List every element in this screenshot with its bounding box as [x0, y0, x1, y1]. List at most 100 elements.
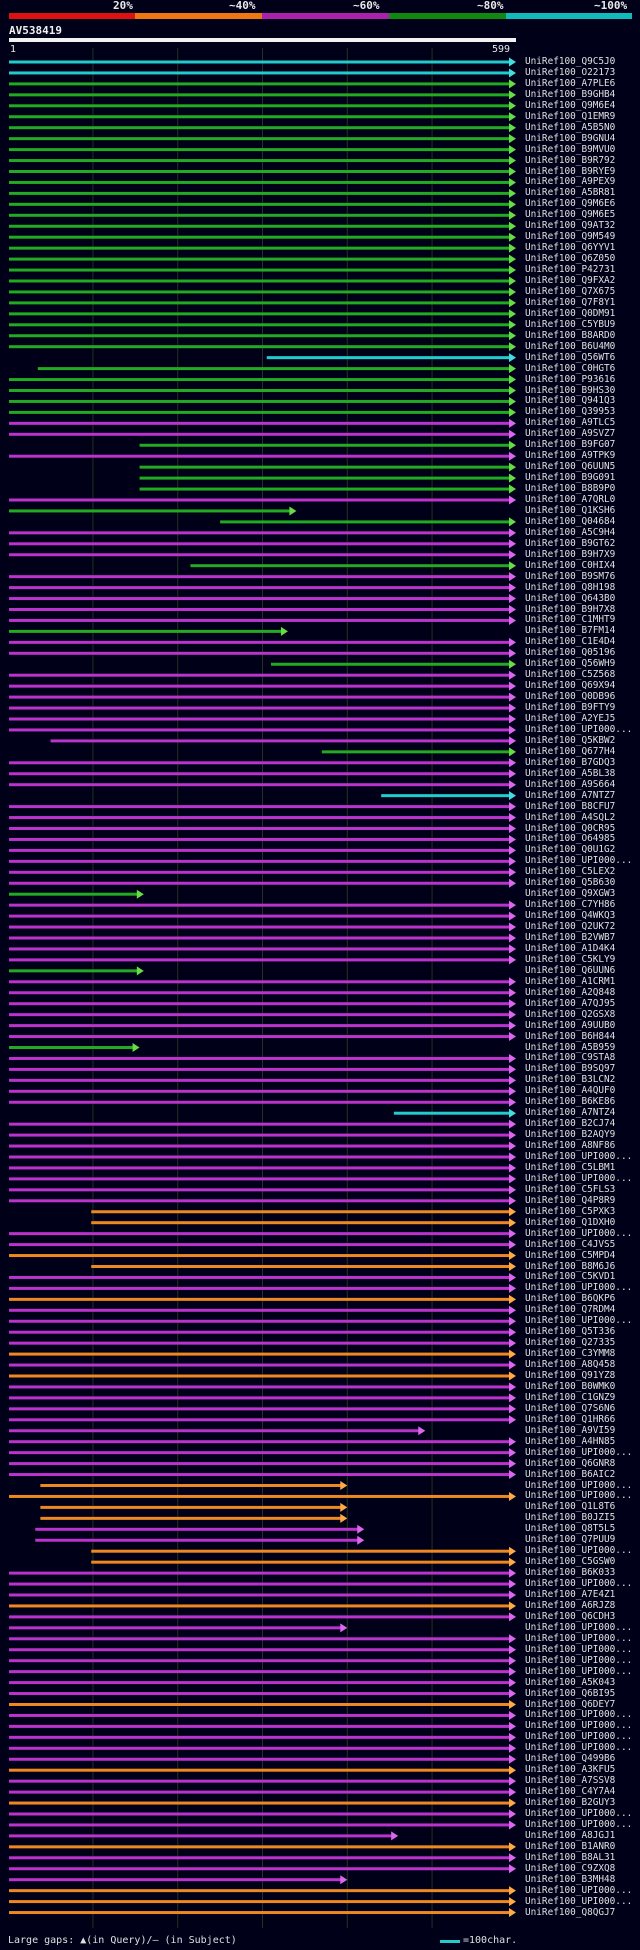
- hit-label[interactable]: UniRef100_B2CJ74: [525, 1118, 615, 1129]
- hit-label[interactable]: UniRef100_Q6Z050: [525, 253, 615, 264]
- hit-bar[interactable]: [9, 1319, 510, 1323]
- hit-label[interactable]: UniRef100_A9TPK9: [525, 450, 615, 461]
- hit-bar[interactable]: [9, 1067, 510, 1071]
- hit-label[interactable]: UniRef100_Q6BI95: [525, 1688, 615, 1699]
- hit-label[interactable]: UniRef100_C5Z568: [525, 669, 615, 680]
- hit-bar[interactable]: [9, 93, 510, 97]
- hit-label[interactable]: UniRef100_Q6YYV1: [525, 242, 615, 253]
- hit-bar[interactable]: [190, 564, 510, 568]
- hit-label[interactable]: UniRef100_C1E4D4: [525, 636, 615, 647]
- hit-bar[interactable]: [9, 235, 510, 239]
- hit-bar[interactable]: [9, 1418, 510, 1422]
- hit-bar[interactable]: [9, 301, 510, 305]
- hit-label[interactable]: UniRef100_B3MH48: [525, 1874, 615, 1885]
- hit-label[interactable]: UniRef100_A5B959: [525, 1042, 615, 1053]
- hit-bar[interactable]: [9, 1582, 510, 1586]
- hit-bar[interactable]: [9, 378, 510, 382]
- hit-bar[interactable]: [9, 805, 510, 809]
- hit-label[interactable]: UniRef100_A7NTZ7: [525, 790, 615, 801]
- hit-label[interactable]: UniRef100_A7E4Z1: [525, 1589, 615, 1600]
- hit-label[interactable]: UniRef100_A8NF86: [525, 1140, 615, 1151]
- hit-bar[interactable]: [9, 213, 510, 217]
- hit-label[interactable]: UniRef100_UPI000...: [525, 1644, 632, 1655]
- hit-bar[interactable]: [9, 312, 510, 316]
- hit-bar[interactable]: [9, 1812, 510, 1816]
- hit-bar[interactable]: [9, 1845, 510, 1849]
- hit-label[interactable]: UniRef100_B9RYE9: [525, 166, 615, 177]
- hit-label[interactable]: UniRef100_Q499B6: [525, 1753, 615, 1764]
- hit-bar[interactable]: [9, 104, 510, 108]
- hit-label[interactable]: UniRef100_A4HN85: [525, 1436, 615, 1447]
- hit-label[interactable]: UniRef100_C9ZXQ8: [525, 1863, 615, 1874]
- hit-bar[interactable]: [9, 1002, 510, 1006]
- hit-label[interactable]: UniRef100_C5LEX2: [525, 866, 615, 877]
- hit-bar[interactable]: [9, 345, 510, 349]
- hit-label[interactable]: UniRef100_Q9AT32: [525, 220, 615, 231]
- hit-bar[interactable]: [9, 553, 510, 557]
- hit-bar[interactable]: [9, 1571, 510, 1575]
- hit-bar[interactable]: [139, 476, 510, 480]
- hit-label[interactable]: UniRef100_Q643B0: [525, 593, 615, 604]
- hit-bar[interactable]: [9, 629, 282, 633]
- hit-bar[interactable]: [9, 914, 510, 918]
- hit-label[interactable]: UniRef100_UPI000...: [525, 1896, 632, 1907]
- hit-bar[interactable]: [9, 1297, 510, 1301]
- hit-bar[interactable]: [9, 958, 510, 962]
- hit-label[interactable]: UniRef100_Q7S6N6: [525, 1403, 615, 1414]
- hit-label[interactable]: UniRef100_Q0DM91: [525, 308, 615, 319]
- hit-bar[interactable]: [9, 881, 510, 885]
- hit-bar[interactable]: [91, 1549, 510, 1553]
- hit-label[interactable]: UniRef100_A7QJ95: [525, 998, 615, 1009]
- hit-label[interactable]: UniRef100_A7PLE6: [525, 78, 615, 89]
- hit-label[interactable]: UniRef100_UPI000...: [525, 1151, 632, 1162]
- hit-label[interactable]: UniRef100_A9SVZ7: [525, 428, 615, 439]
- hit-bar[interactable]: [9, 82, 510, 86]
- hit-bar[interactable]: [9, 115, 510, 119]
- hit-bar[interactable]: [9, 1779, 510, 1783]
- hit-label[interactable]: UniRef100_UPI000...: [525, 1578, 632, 1589]
- hit-bar[interactable]: [37, 367, 511, 371]
- hit-bar[interactable]: [9, 827, 510, 830]
- hit-label[interactable]: UniRef100_B9SQ97: [525, 1063, 615, 1074]
- hit-bar[interactable]: [9, 1188, 510, 1192]
- hit-label[interactable]: UniRef100_B9R792: [525, 155, 615, 166]
- hit-bar[interactable]: [9, 1790, 510, 1794]
- hit-bar[interactable]: [9, 1243, 510, 1247]
- hit-bar[interactable]: [9, 651, 510, 655]
- hit-label[interactable]: UniRef100_A9TLC5: [525, 417, 615, 428]
- hit-label[interactable]: UniRef100_Q8QGJ7: [525, 1907, 615, 1918]
- hit-bar[interactable]: [9, 1724, 510, 1728]
- hit-bar[interactable]: [9, 1889, 510, 1893]
- hit-label[interactable]: UniRef100_UPI000...: [525, 1228, 632, 1239]
- hit-label[interactable]: UniRef100_UPI000...: [525, 1622, 632, 1633]
- hit-bar[interactable]: [9, 706, 510, 710]
- hit-label[interactable]: UniRef100_C5GSW0: [525, 1556, 615, 1567]
- hit-label[interactable]: UniRef100_UPI000...: [525, 1666, 632, 1677]
- hit-bar[interactable]: [9, 1286, 510, 1290]
- hit-label[interactable]: UniRef100_C7YH86: [525, 899, 615, 910]
- hit-bar[interactable]: [9, 1757, 510, 1761]
- hit-bar[interactable]: [9, 542, 510, 546]
- hit-bar[interactable]: [139, 487, 510, 491]
- hit-label[interactable]: UniRef100_Q1KSH6: [525, 505, 615, 516]
- hit-label[interactable]: UniRef100_A5B5N0: [525, 122, 615, 133]
- hit-bar[interactable]: [9, 859, 510, 863]
- hit-bar[interactable]: [50, 739, 510, 743]
- hit-label[interactable]: UniRef100_Q9M6E6: [525, 198, 615, 209]
- hit-bar[interactable]: [9, 257, 510, 261]
- hit-bar[interactable]: [9, 1407, 510, 1411]
- hit-bar[interactable]: [9, 1834, 393, 1838]
- hit-label[interactable]: UniRef100_Q7F8Y1: [525, 297, 615, 308]
- hit-label[interactable]: UniRef100_B6K033: [525, 1567, 615, 1578]
- hit-bar[interactable]: [9, 1494, 510, 1498]
- hit-label[interactable]: UniRef100_Q5T336: [525, 1326, 615, 1337]
- hit-bar[interactable]: [9, 1615, 510, 1619]
- hit-bar[interactable]: [9, 410, 510, 414]
- hit-label[interactable]: UniRef100_C4Y7A4: [525, 1786, 615, 1797]
- hit-bar[interactable]: [9, 991, 510, 995]
- hit-bar[interactable]: [9, 399, 510, 403]
- hit-bar[interactable]: [9, 279, 510, 283]
- hit-bar[interactable]: [9, 618, 510, 622]
- hit-bar[interactable]: [9, 1199, 510, 1203]
- hit-label[interactable]: UniRef100_C5MPD4: [525, 1250, 615, 1261]
